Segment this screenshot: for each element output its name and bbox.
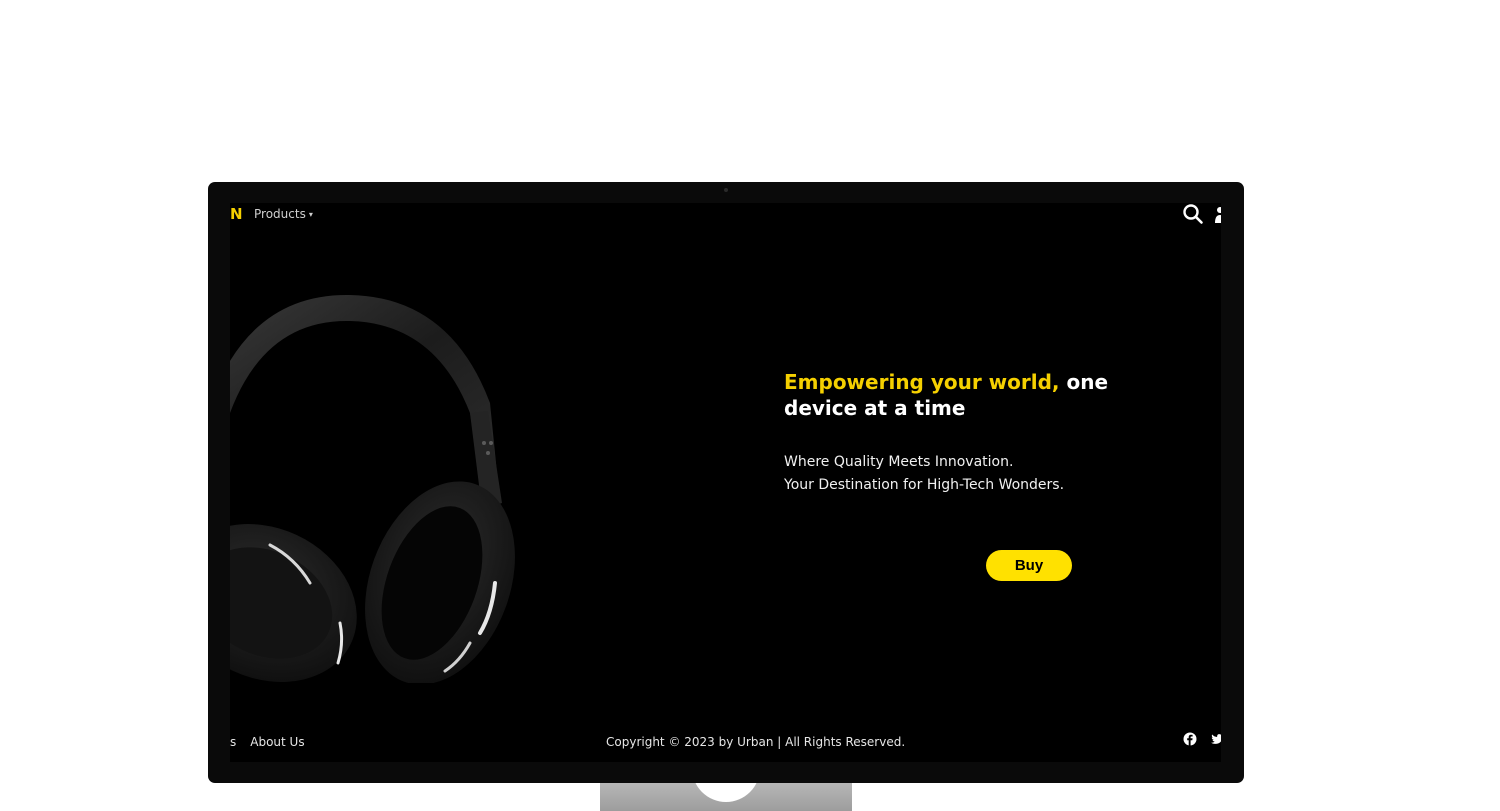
nav-products-dropdown[interactable]: Products ▾ [254, 207, 313, 221]
monitor-frame: N Products ▾ Empowering your world, one … [208, 182, 1244, 783]
footer-link-partial[interactable]: s [230, 735, 236, 749]
logo[interactable]: N [230, 205, 243, 223]
search-icon[interactable] [1182, 203, 1204, 225]
twitter-icon[interactable] [1210, 732, 1221, 746]
buy-button[interactable]: Buy [986, 550, 1072, 581]
webcam [724, 188, 728, 192]
copyright-text: Copyright © 2023 by Urban | All Rights R… [606, 735, 906, 749]
chevron-down-icon: ▾ [308, 209, 313, 219]
footer-link-about[interactable]: About Us [250, 735, 304, 749]
headphones-image [230, 294, 515, 683]
hero-subtitle: Where Quality Meets Innovation. Your Des… [784, 451, 1114, 497]
nav-products-label: Products [254, 207, 306, 221]
footer-links: s About Us [230, 735, 305, 749]
website-screen: N Products ▾ Empowering your world, one … [230, 203, 1221, 762]
hero-headline: Empowering your world, one device at a t… [784, 369, 1114, 421]
facebook-icon[interactable] [1183, 732, 1197, 746]
user-icon[interactable] [1214, 205, 1221, 223]
subtitle-line-2: Your Destination for High-Tech Wonders. [784, 477, 1065, 493]
headline-highlight: Empowering your world, [784, 370, 1060, 394]
hero-section: Empowering your world, one device at a t… [784, 369, 1114, 497]
subtitle-line-1: Where Quality Meets Innovation. [784, 454, 1014, 470]
